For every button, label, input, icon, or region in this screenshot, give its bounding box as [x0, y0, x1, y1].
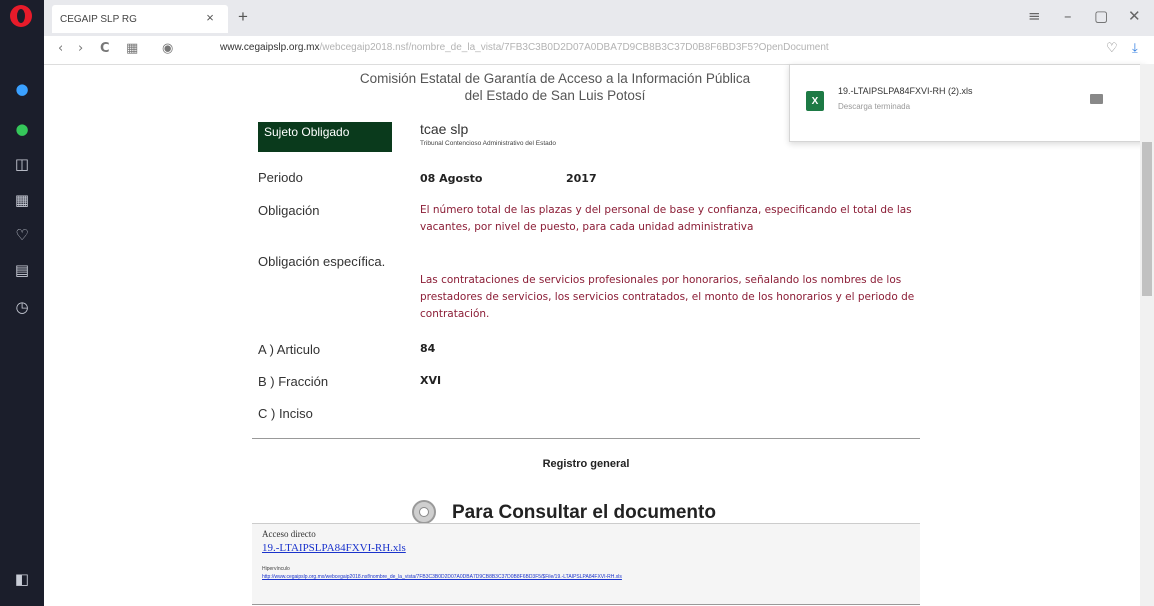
browser-tab[interactable]: CEGAIP SLP RG × [52, 5, 228, 33]
download-status: Descarga terminada [838, 102, 911, 111]
access-panel: Acceso directo 19.-LTAIPSLPA84FXVI-RH.xl… [252, 523, 920, 604]
periodo-label: Periodo [258, 170, 303, 185]
news-icon[interactable]: ▤ [0, 257, 44, 283]
periodo-year: 2017 [566, 172, 597, 185]
url-field[interactable]: www.cegaipslp.org.mx/webcegaip2018.nsf/n… [220, 42, 1100, 53]
heart-bookmark-icon[interactable]: ♡ [1106, 41, 1118, 56]
back-icon[interactable]: ‹ [58, 41, 63, 56]
new-tab-icon[interactable]: + [238, 7, 248, 27]
download-file-name[interactable]: 19.-LTAIPSLPA84FXVI-RH (2).xls [838, 86, 973, 96]
hipervinculo-label: Hipervínculo [262, 566, 290, 572]
magnifier-icon [412, 500, 436, 524]
address-bar: ‹ › C ▦ ◉ www.cegaipslp.org.mx/webcegaip… [44, 36, 1154, 65]
camera-icon[interactable]: ◫ [0, 151, 44, 177]
camera-snapshot-icon[interactable]: ◉ [162, 41, 173, 56]
obligacion-label: Obligación [258, 203, 320, 218]
page-scrollbar[interactable] [1140, 64, 1154, 606]
folder-icon[interactable] [1090, 94, 1103, 104]
sujeto-subtitle: Tribunal Contencioso Administrativo del … [420, 140, 556, 147]
menu-icon[interactable]: ≡ [1028, 7, 1041, 25]
obligacion-especifica-text: Las contrataciones de servicios profesio… [420, 274, 915, 320]
opera-logo-icon[interactable] [10, 5, 32, 27]
scrollbar-thumb[interactable] [1142, 142, 1152, 296]
page-header: Comisión Estatal de Garantía de Acceso a… [250, 70, 860, 104]
registro-general: Registro general [542, 458, 630, 470]
inciso-label: C ) Inciso [258, 406, 313, 421]
header-line-2: del Estado de San Luis Potosí [464, 88, 646, 103]
divider [252, 438, 920, 439]
sujeto-label: Sujeto Obligado [258, 122, 392, 152]
bottom-divider [252, 604, 920, 605]
sujeto-value: tcae slp [420, 121, 469, 137]
fraccion-value: XVI [420, 374, 442, 387]
articulo-label: A ) Articulo [258, 342, 321, 357]
acceso-directo-link[interactable]: 19.-LTAIPSLPA84FXVI-RH.xls [262, 542, 406, 554]
close-icon[interactable]: ✕ [1128, 7, 1141, 25]
consult-heading-text: Para Consultar el documento [452, 502, 716, 523]
sidebar-toggle-icon[interactable]: ◧ [0, 566, 44, 592]
heart-icon[interactable]: ♡ [0, 222, 44, 248]
browser-sidebar: ● ● ◫ ▦ ♡ ▤ ◷ ◧ [0, 0, 44, 606]
header-line-1: Comisión Estatal de Garantía de Acceso a… [359, 71, 751, 86]
restore-icon[interactable]: ▢ [1094, 7, 1108, 25]
articulo-value: 84 [420, 342, 436, 355]
consult-heading: Para Consultar el documento [412, 500, 716, 524]
tab-close-icon[interactable]: × [200, 10, 220, 25]
obligacion-especifica-label: Obligación específica. [258, 254, 386, 269]
forward-icon[interactable]: › [78, 41, 83, 56]
obligacion-text: El número total de las plazas y del pers… [420, 204, 912, 233]
messenger-icon[interactable]: ● [0, 76, 44, 102]
tab-bar: CEGAIP SLP RG × + ≡ – ▢ ✕ [44, 0, 1154, 36]
reload-icon[interactable]: C [100, 41, 110, 56]
periodo-month: 08 Agosto [420, 172, 483, 185]
hipervinculo-link[interactable]: http://www.cegaipslp.org.mx/webcegaip201… [262, 574, 622, 580]
speed-dial-icon[interactable]: ▦ [0, 187, 44, 213]
acceso-directo-label: Acceso directo [262, 529, 316, 539]
excel-file-icon: X [806, 91, 824, 111]
whatsapp-icon[interactable]: ● [0, 116, 44, 142]
history-icon[interactable]: ◷ [0, 294, 44, 320]
fraccion-label: B ) Fracción [258, 374, 329, 389]
url-path: /webcegaip2018.nsf/nombre_de_la_vista/7F… [319, 42, 829, 53]
minimize-icon[interactable]: – [1064, 7, 1072, 25]
tab-title: CEGAIP SLP RG [60, 14, 137, 25]
grid-icon[interactable]: ▦ [126, 41, 138, 56]
url-host: www.cegaipslp.org.mx [220, 42, 320, 53]
download-icon[interactable]: ⤓ [1132, 41, 1138, 56]
download-panel: X 19.-LTAIPSLPA84FXVI-RH (2).xls Descarg… [789, 64, 1145, 142]
